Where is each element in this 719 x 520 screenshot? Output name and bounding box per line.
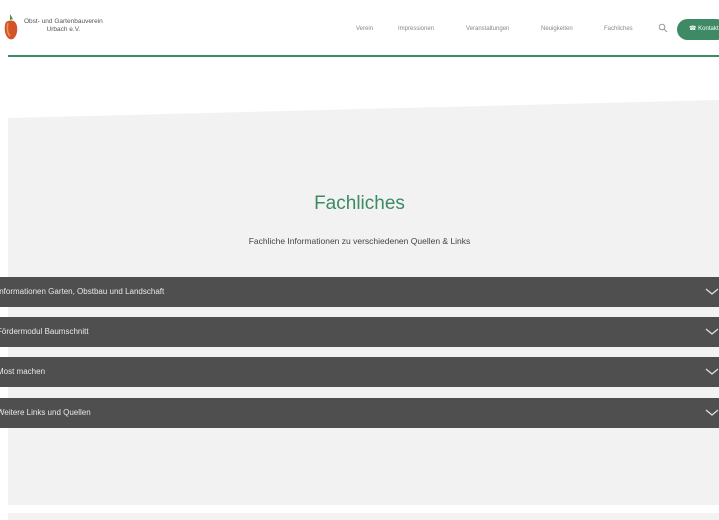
chevron-down-icon <box>705 328 719 335</box>
nav-item-impressionen[interactable]: Impressionen <box>398 26 434 32</box>
site-header: Obst- und Gartenbauverein Urbach e.V. Ve… <box>0 0 719 56</box>
accordion-label: Fördermodul Baumschnitt <box>0 327 89 336</box>
nav-item-veranstaltungen[interactable]: Veranstaltungen <box>466 26 509 32</box>
header-divider <box>8 55 719 57</box>
page-title: Fachliches <box>314 193 405 214</box>
phone-icon: ☎ <box>689 26 697 32</box>
accordion-item-baumschnitt[interactable]: Fördermodul Baumschnitt <box>0 317 719 347</box>
content-band <box>8 100 719 520</box>
contact-button-label: Kontakt <box>698 26 719 32</box>
chevron-down-icon <box>705 288 719 295</box>
apple-logo-icon[interactable] <box>4 14 20 40</box>
chevron-down-icon <box>705 409 719 416</box>
brand-name[interactable]: Obst- und Gartenbauverein Urbach e.V. <box>24 18 103 34</box>
page-subtitle: Fachliche Informationen zu verschiedenen… <box>248 236 471 246</box>
brand-line-2: Urbach e.V. <box>46 26 81 33</box>
nav-item-fachliches[interactable]: Fachliches <box>604 26 633 32</box>
nav-item-verein[interactable]: Verein <box>356 26 373 32</box>
brand-line-1: Obst- und Gartenbauverein <box>24 18 103 25</box>
accordion-item-most[interactable]: Most machen <box>0 357 719 387</box>
search-icon[interactable] <box>658 23 668 33</box>
nav-item-neuigkeiten[interactable]: Neuigkeiten <box>541 26 573 32</box>
contact-button[interactable]: ☎ Kontakt <box>677 19 719 40</box>
accordion-label: Most machen <box>0 367 46 376</box>
chevron-down-icon <box>705 368 719 375</box>
accordion-label: Informationen Garten, Obstbau und Landsc… <box>0 287 165 296</box>
page-bottom-edge <box>0 505 719 513</box>
accordion-item-garten[interactable]: Informationen Garten, Obstbau und Landsc… <box>0 277 719 307</box>
accordion-item-links[interactable]: Weitere Links und Quellen <box>0 398 719 428</box>
accordion-label: Weitere Links und Quellen <box>0 408 91 417</box>
